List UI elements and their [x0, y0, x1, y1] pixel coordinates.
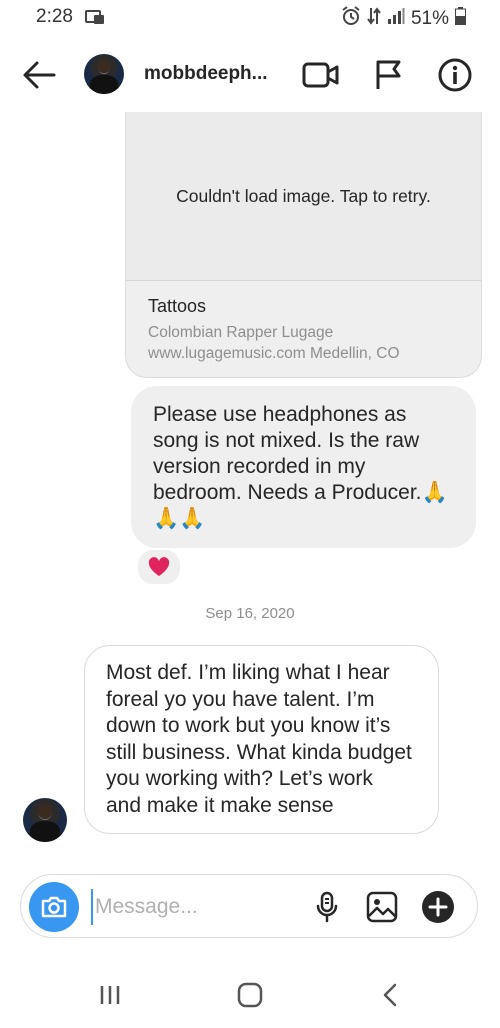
chevron-left-icon: [383, 983, 397, 1007]
chat-header: mobbdeeph...: [0, 36, 500, 112]
post-desc-line-1: Colombian Rapper Lugage: [148, 324, 334, 341]
system-back-button[interactable]: [370, 978, 410, 1012]
status-time: 2:28: [36, 6, 73, 27]
post-desc-line-2: www.lugagemusic.com Medellin, CO: [148, 345, 400, 362]
system-nav-bar: [0, 962, 500, 1028]
message-thread: Couldn't load image. Tap to retry. Tatto…: [0, 112, 500, 862]
heart-icon: [148, 557, 170, 576]
battery-percent: 51%: [410, 8, 449, 29]
gallery-icon: [366, 891, 398, 923]
post-description: Colombian Rapper Lugage www.lugagemusic.…: [148, 322, 400, 364]
gallery-button[interactable]: [364, 889, 400, 925]
camera-button[interactable]: [29, 882, 79, 932]
video-call-icon: [302, 62, 339, 88]
heart-reaction[interactable]: [136, 548, 182, 586]
message-composer: [20, 874, 478, 938]
flag-icon: [376, 60, 401, 89]
info-button[interactable]: [436, 56, 474, 94]
status-icons: 51%: [341, 6, 466, 32]
recent-apps-icon: [100, 986, 120, 1004]
battery-icon: [455, 7, 466, 31]
incoming-message[interactable]: Most def. I’m liking what I hear foreal …: [84, 645, 439, 834]
outgoing-message[interactable]: Please use headphones as song is not mix…: [131, 386, 476, 548]
signal-icon: [387, 7, 405, 31]
header-avatar[interactable]: [84, 54, 124, 94]
video-call-button[interactable]: [302, 56, 340, 94]
header-username[interactable]: mobbdeeph...: [144, 63, 268, 85]
message-input[interactable]: [91, 889, 297, 925]
recent-apps-button[interactable]: [90, 978, 130, 1012]
image-load-error[interactable]: Couldn't load image. Tap to retry.: [126, 112, 481, 281]
report-button[interactable]: [370, 56, 408, 94]
shared-post-card[interactable]: Couldn't load image. Tap to retry. Tatto…: [125, 112, 482, 378]
microphone-icon: [316, 891, 338, 923]
status-bar: 2:28 51%: [0, 0, 500, 36]
back-button[interactable]: [20, 56, 58, 94]
alarm-icon: [341, 6, 361, 32]
sender-avatar[interactable]: [23, 798, 67, 842]
home-icon: [237, 982, 263, 1008]
more-options-button[interactable]: [420, 889, 456, 925]
home-button[interactable]: [230, 978, 270, 1012]
camera-icon: [41, 896, 67, 918]
post-title: Tattoos: [148, 296, 207, 316]
data-transfer-icon: [367, 6, 381, 32]
date-separator: Sep 16, 2020: [205, 605, 295, 622]
back-arrow-icon: [23, 61, 56, 89]
plus-circle-icon: [422, 891, 454, 923]
info-icon: [438, 58, 472, 92]
voice-message-button[interactable]: [309, 889, 345, 925]
notification-icon: [85, 9, 105, 30]
